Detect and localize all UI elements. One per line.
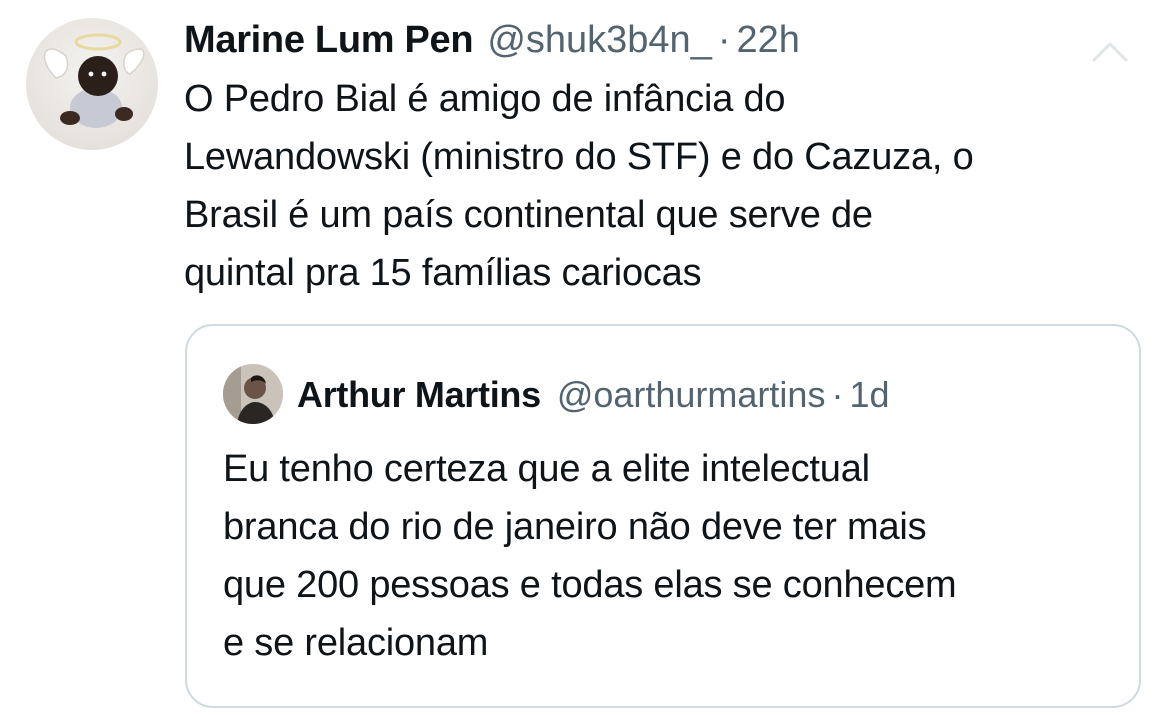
tweet[interactable]: Marine Lum Pen @shuk3b4n_ · 22h O Pedro … [0,0,1170,715]
separator-dot: · [717,18,731,61]
cherub-baby-avatar-icon [43,33,145,128]
quoted-author-display-name[interactable]: Arthur Martins [297,374,541,416]
author-handle[interactable]: @shuk3b4n_ [487,19,712,62]
person-photo-avatar-icon [223,364,283,424]
quoted-author-avatar[interactable] [223,364,283,424]
quoted-tweet-card[interactable]: Arthur Martins @oarthurmartins · 1d Eu t… [185,324,1141,708]
author-avatar[interactable] [26,18,158,150]
quoted-author-handle[interactable]: @oarthurmartins [557,374,826,416]
separator-dot: · [831,374,844,415]
tweet-timestamp[interactable]: 22h [736,19,799,62]
tweet-text: O Pedro Bial é amigo de infância do Lewa… [184,78,974,294]
quoted-tweet-header: Arthur Martins @oarthurmartins · 1d [297,370,890,420]
tweet-header: Marine Lum Pen @shuk3b4n_ · 22h [184,14,800,66]
quoted-tweet-text: Eu tenho certeza que a elite intelectual… [223,448,957,664]
more-options-icon[interactable] [1080,30,1140,70]
author-display-name[interactable]: Marine Lum Pen [184,19,474,62]
quoted-tweet-timestamp[interactable]: 1d [849,374,889,416]
